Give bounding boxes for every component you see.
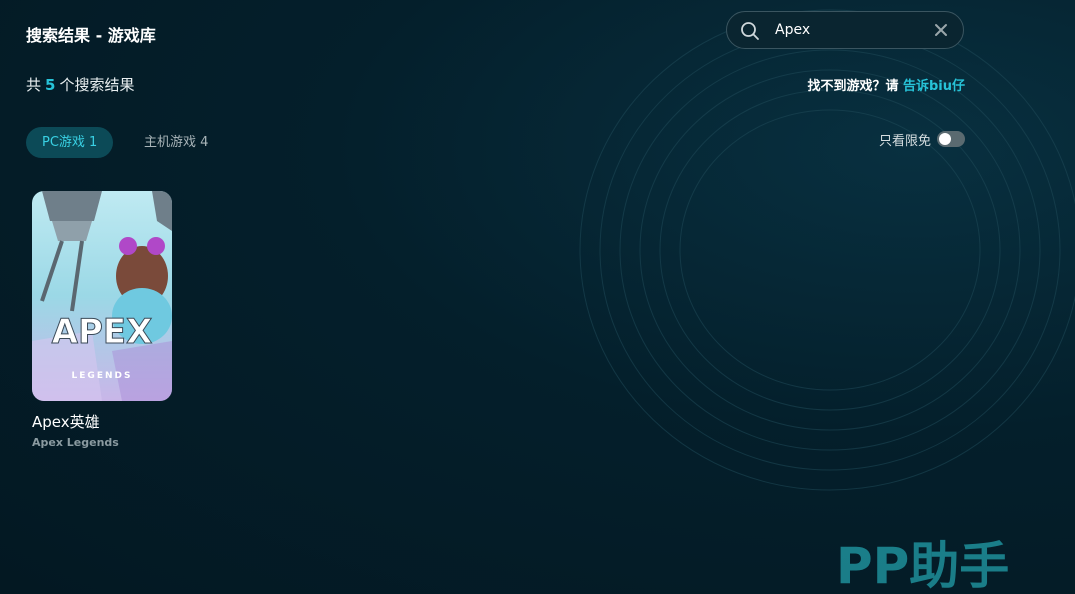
free-only-toggle[interactable] [937, 131, 965, 147]
game-subtitle: Apex Legends [32, 436, 119, 449]
logo-text: PP助手 [836, 537, 1009, 591]
not-found-text: 找不到游戏？请 [807, 79, 903, 94]
results-prefix: 共 [26, 76, 42, 94]
pp-assistant-logo: PP助手 [836, 537, 1009, 591]
game-cover-art: APEX LEGENDS [32, 191, 172, 401]
search-input[interactable] [775, 20, 925, 40]
search-box[interactable] [726, 11, 964, 49]
tab-console-games[interactable]: 主机游戏 4 [128, 127, 224, 158]
search-icon [741, 22, 759, 40]
toggle-knob [939, 133, 951, 145]
results-number: 5 [45, 76, 56, 94]
free-only-label: 只看限免 [878, 133, 931, 149]
page-title: 搜索结果 - 游戏库 [26, 26, 156, 45]
results-count: 共 5 个搜索结果 [26, 74, 134, 95]
free-only-filter: 只看限免 [879, 129, 965, 149]
game-card[interactable]: APEX LEGENDS Apex英雄 Apex Legends [32, 191, 172, 449]
results-suffix: 个搜索结果 [59, 76, 135, 94]
game-name: Apex英雄 [32, 413, 100, 431]
close-icon[interactable] [933, 22, 949, 38]
cover-title: APEX [52, 312, 153, 352]
game-cover: APEX LEGENDS [32, 191, 172, 401]
tab-pc-games[interactable]: PC游戏 1 [26, 127, 114, 158]
not-found-hint: 找不到游戏？请 告诉biu仔 [807, 75, 965, 94]
cover-subtitle: LEGENDS [72, 371, 133, 381]
feedback-link[interactable]: 告诉biu仔 [903, 79, 965, 94]
